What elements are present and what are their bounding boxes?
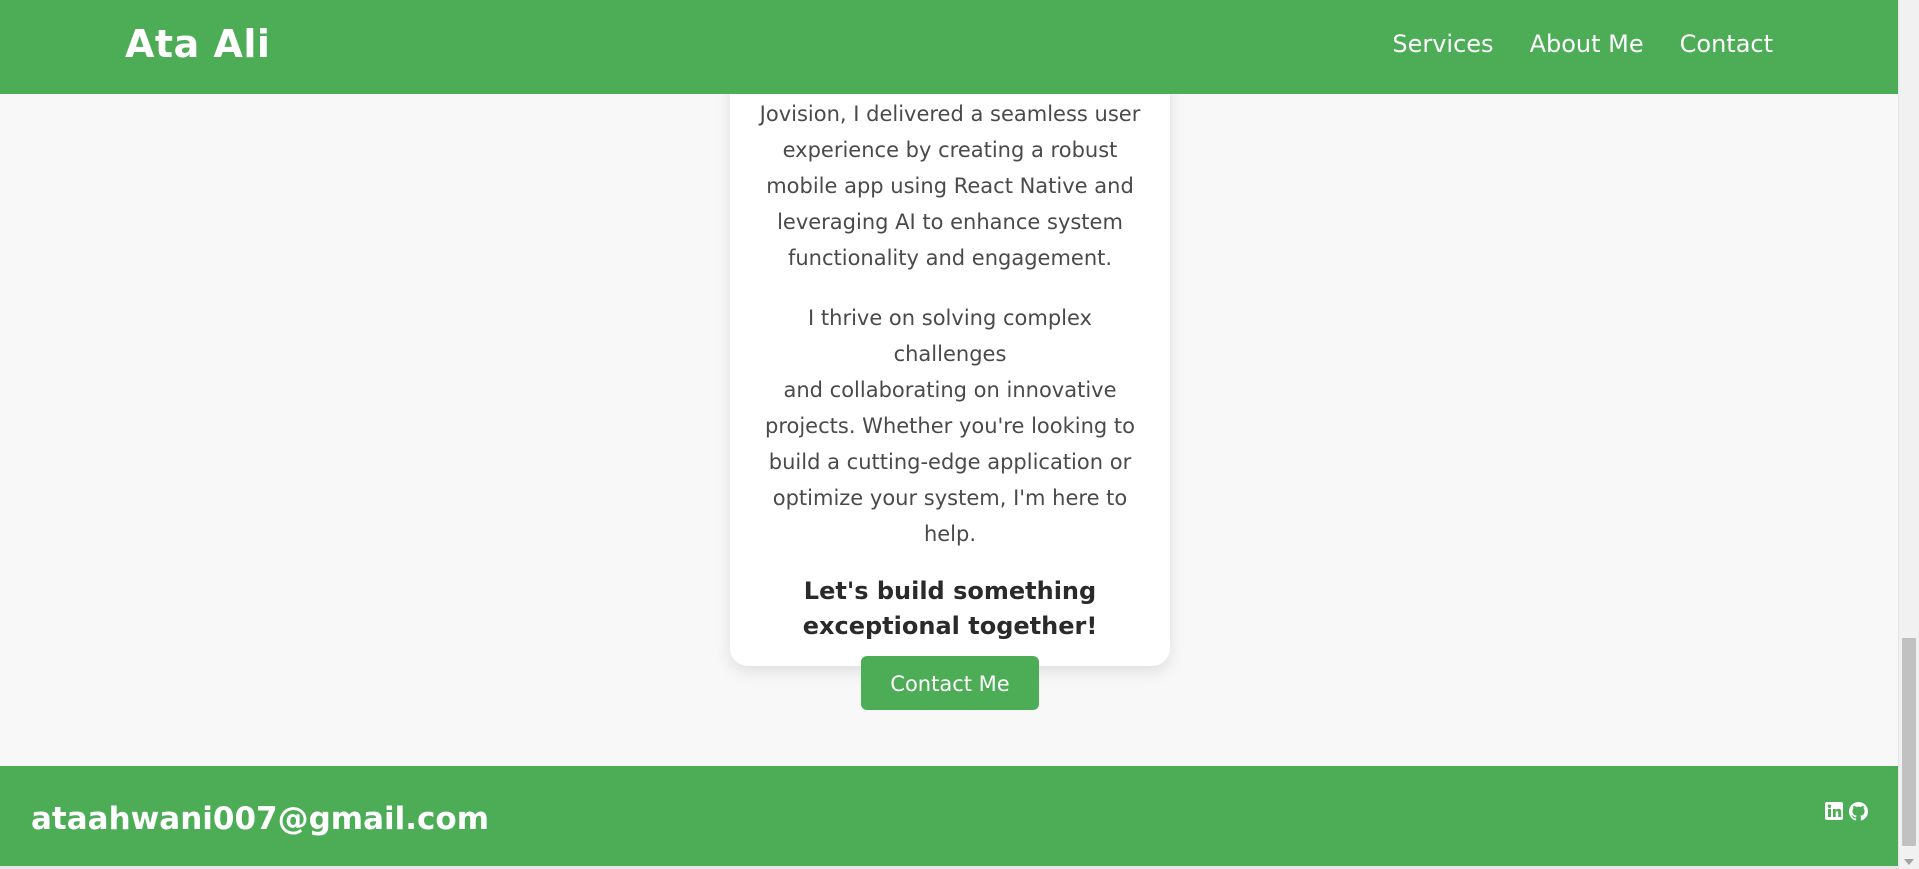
about-card: Jovision, I delivered a seamless user ex…: [730, 60, 1170, 710]
vertical-scrollbar[interactable]: [1898, 0, 1919, 869]
about-paragraph-2: I thrive on solving complex challenges a…: [758, 300, 1142, 552]
contact-me-button[interactable]: Contact Me: [861, 656, 1039, 710]
nav-link-about-me[interactable]: About Me: [1530, 30, 1644, 58]
paragraph-line: optimize your system, I'm here to help.: [772, 486, 1128, 546]
linkedin-icon[interactable]: [1825, 802, 1843, 820]
paragraph-line: mobile app using React Native and: [766, 174, 1134, 198]
paragraph-line: leveraging AI to enhance system: [777, 210, 1123, 234]
paragraph-line: projects. Whether you're looking to: [765, 414, 1135, 438]
scroll-down-arrow-icon[interactable]: [1904, 859, 1914, 865]
site-footer: ataahwani007@gmail.com: [0, 766, 1898, 866]
paragraph-line: and collaborating on innovative: [783, 378, 1117, 402]
about-paragraph-1: Jovision, I delivered a seamless user ex…: [758, 96, 1142, 276]
page: Ata Ali Services About Me Contact Jovisi…: [0, 0, 1919, 869]
brand-logo-text[interactable]: Ata Ali: [125, 22, 270, 66]
main-nav: Services About Me Contact: [1392, 30, 1773, 58]
paragraph-line: functionality and engagement.: [787, 246, 1113, 270]
paragraph-line: build a cutting-edge application or: [768, 450, 1132, 474]
paragraph-line: Jovision, I delivered a seamless user: [759, 102, 1141, 126]
footer-email[interactable]: ataahwani007@gmail.com: [31, 801, 489, 837]
site-header: Ata Ali Services About Me Contact: [0, 0, 1898, 94]
cta-heading: Let's build something exceptional togeth…: [802, 577, 1098, 640]
paragraph-line: I thrive on solving complex challenges: [808, 306, 1092, 366]
paragraph-line: experience by creating a robust: [782, 138, 1118, 162]
nav-link-contact[interactable]: Contact: [1680, 30, 1773, 58]
nav-link-services[interactable]: Services: [1392, 30, 1493, 58]
scrollbar-thumb[interactable]: [1902, 638, 1916, 846]
social-links: [1825, 802, 1868, 821]
github-icon[interactable]: [1849, 802, 1868, 821]
